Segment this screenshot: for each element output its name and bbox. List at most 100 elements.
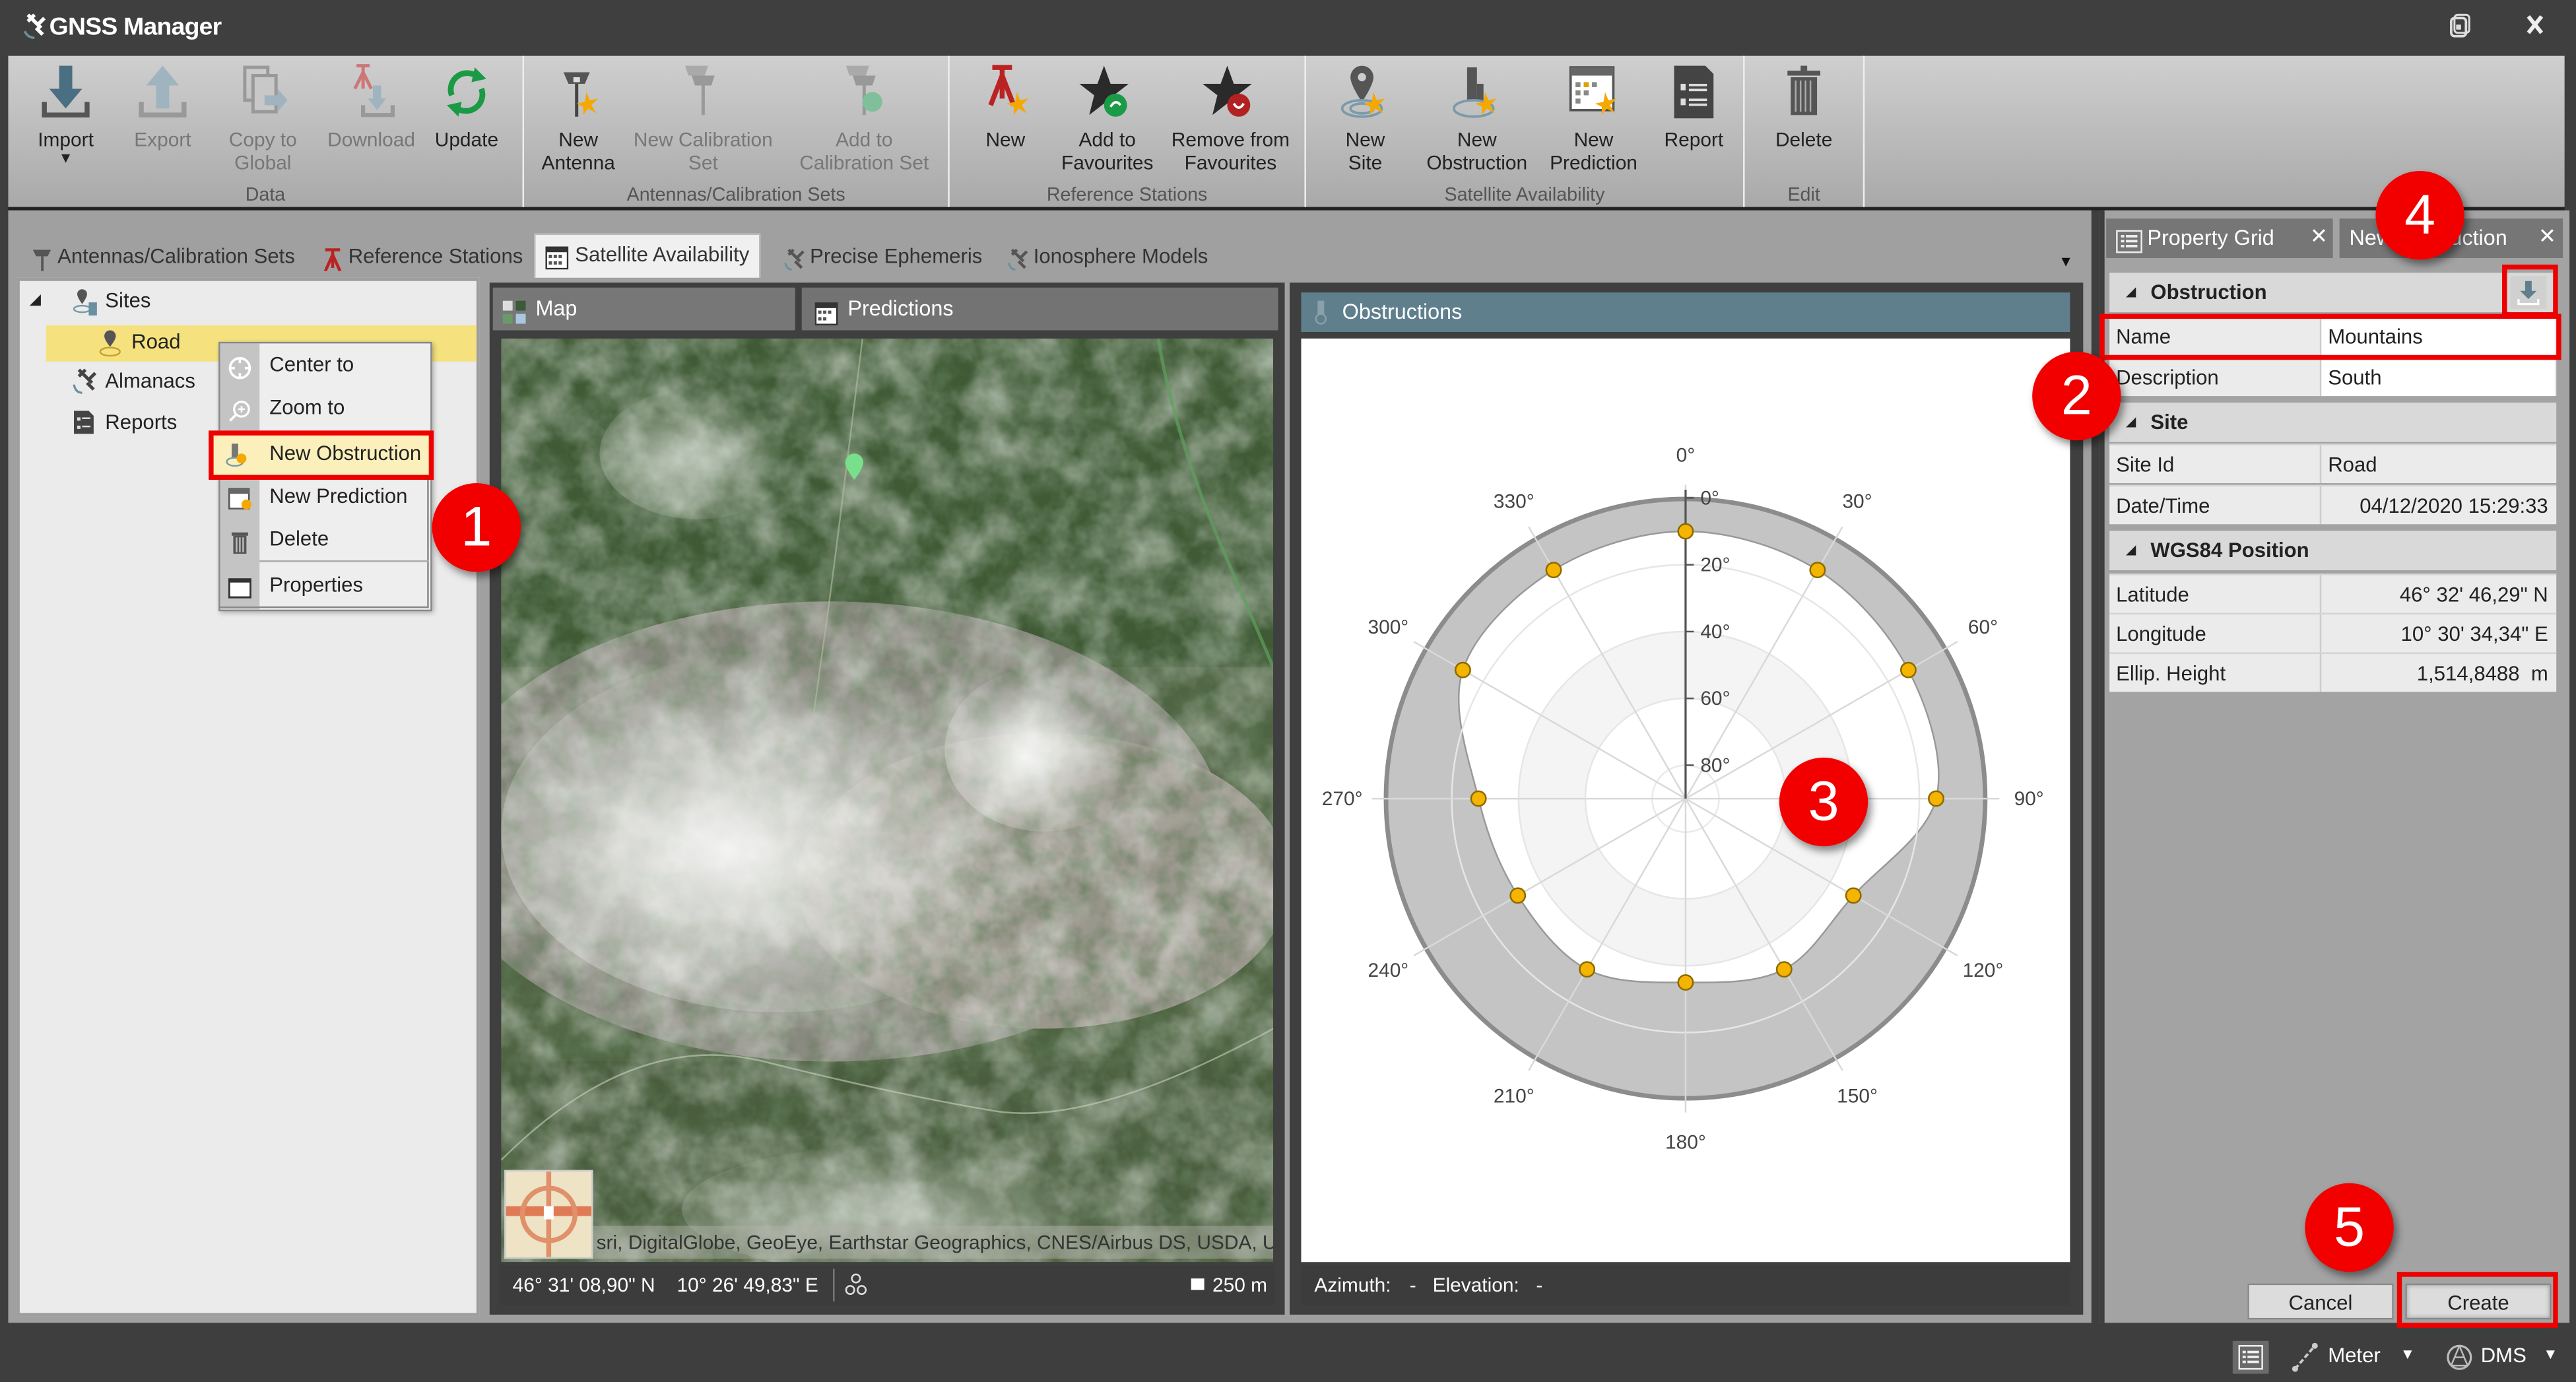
context-menu-separator xyxy=(259,560,429,562)
description-field[interactable]: South xyxy=(2319,358,2555,397)
elevation-tick-label: 0° xyxy=(1700,487,1719,509)
obstruction-point-300 xyxy=(1454,661,1471,678)
import-icon xyxy=(38,63,94,122)
context-menu-item-new-prediction[interactable]: New Prediction xyxy=(220,477,431,516)
context-menu-item-new-obstruction[interactable]: New Obstruction xyxy=(209,430,434,480)
site-pin-icon xyxy=(1337,63,1393,122)
status-bar: Meter ▼ DMS ▼ xyxy=(0,1327,2576,1382)
tab-property-grid[interactable]: Property Grid ✕ xyxy=(2106,218,2333,258)
tab-antennas-calibration-sets[interactable]: Antennas/Calibration Sets xyxy=(24,237,295,277)
remove-from-favourites-button[interactable]: Remove from Favourites xyxy=(1166,63,1294,174)
tab-precise-ephemeris[interactable]: Precise Ephemeris xyxy=(777,237,982,277)
category-site[interactable]: ◢ Site xyxy=(2109,403,2557,442)
download-button[interactable]: Download xyxy=(320,63,422,151)
context-menu-item-zoom-to[interactable]: Zoom to xyxy=(220,388,431,428)
context-menu-item-properties[interactable]: Properties xyxy=(220,566,431,605)
ribbon-group-antennas: New Antenna New Calibration Set Add to C… xyxy=(524,55,950,207)
close-tab-icon[interactable]: ✕ xyxy=(2538,217,2556,257)
calibration-set-icon xyxy=(675,63,731,122)
tab-reference-stations[interactable]: Reference Stations xyxy=(315,237,523,277)
obstruction-point-210 xyxy=(1579,961,1596,978)
obstruction-point-150 xyxy=(1775,961,1793,978)
delete-button[interactable]: Delete xyxy=(1764,63,1843,151)
import-button[interactable]: Import ▼ xyxy=(24,63,106,166)
context-menu-item-delete[interactable]: Delete xyxy=(220,519,431,559)
azimuth-tick-label: 60° xyxy=(1968,616,1998,638)
expand-toggle-icon[interactable]: ◢ xyxy=(30,291,41,309)
tab-map[interactable]: Map xyxy=(492,287,795,331)
polar-chart-svg[interactable]: 0°30°60°90°120°150°180°210°240°270°300°3… xyxy=(1301,339,2070,1262)
new-reference-station-button[interactable]: New xyxy=(973,63,1039,151)
ribbon-group-reference-stations: New Add to Favourites Remove from Favour… xyxy=(950,55,1306,207)
ribbon-group-label: Satellite Availability xyxy=(1444,185,1605,206)
property-list-toggle[interactable] xyxy=(2232,1340,2269,1374)
obstructions-header: Obstructions xyxy=(1301,292,2070,332)
sites-icon xyxy=(73,288,99,322)
trash-icon xyxy=(228,527,251,554)
azimuth-label: Azimuth: xyxy=(1314,1273,1391,1297)
azimuth-tick-label: 30° xyxy=(1842,490,1872,512)
azimuth-tick-label: 240° xyxy=(1368,960,1408,981)
map-status-bar: 46° 31' 08,90" N 10° 26' 49,83" E 250 m xyxy=(499,1265,1275,1305)
annotation-highlight-create-button xyxy=(2396,1272,2558,1328)
new-antenna-button[interactable]: New Antenna xyxy=(537,63,619,174)
collapse-icon[interactable]: ◢ xyxy=(2126,273,2136,312)
annotation-highlight-import-button xyxy=(2502,264,2558,317)
step-badge-3: 3 xyxy=(1779,757,1868,847)
dropdown-arrow-icon: ▼ xyxy=(2543,1346,2558,1363)
obstruction-point-60 xyxy=(1899,661,1917,678)
obstruction-point-90 xyxy=(1928,790,1944,807)
copy-icon xyxy=(235,63,291,122)
tab-satellite-availability[interactable]: Satellite Availability xyxy=(533,233,761,278)
add-to-favourites-button[interactable]: Add to Favourites xyxy=(1058,63,1156,174)
step-badge-4: 4 xyxy=(2375,170,2464,260)
report-button[interactable]: Report xyxy=(1655,63,1733,151)
ribbon-group-label: Data xyxy=(245,185,286,206)
prediction-calendar-icon xyxy=(228,485,251,510)
tab-predictions[interactable]: Predictions xyxy=(801,287,1278,331)
context-menu-item-center-to[interactable]: Center to xyxy=(220,345,431,385)
property-row-ellipsoidal-height: Ellip. Height 1,514,8488 m xyxy=(2109,652,2557,692)
site-pin-icon xyxy=(98,329,121,363)
calendar-icon xyxy=(814,298,838,341)
collapse-icon[interactable]: ◢ xyxy=(2126,403,2136,442)
close-window-button[interactable] xyxy=(2525,13,2545,41)
category-wgs84-position[interactable]: ◢ WGS84 Position xyxy=(2109,531,2557,570)
elevation-tick-label: 20° xyxy=(1700,554,1730,576)
elevation-tick-label: 60° xyxy=(1700,688,1730,709)
property-grid-icon xyxy=(2116,227,2142,267)
satellite-map[interactable]: sri, DigitalGlobe, GeoEye, Earthstar Geo… xyxy=(501,338,1274,1263)
tab-ionosphere-models[interactable]: Ionosphere Models xyxy=(1001,237,1208,277)
elevation-label: Elevation: xyxy=(1432,1273,1519,1297)
add-to-calibration-set-button[interactable]: Add to Calibration Set xyxy=(787,63,941,174)
restore-window-button[interactable] xyxy=(2448,13,2471,44)
elevation-tick-label: 40° xyxy=(1700,621,1730,643)
new-site-button[interactable]: New Site xyxy=(1329,63,1402,174)
property-row-longitude: Longitude 10° 30' 34,34" E xyxy=(2109,612,2557,653)
app-title: GNSS Manager xyxy=(49,13,222,42)
new-calibration-set-button[interactable]: New Calibration Set xyxy=(632,63,774,174)
layers-icon[interactable] xyxy=(844,1272,867,1311)
overview-minimap[interactable] xyxy=(504,1169,593,1259)
star-add-icon xyxy=(1079,63,1135,122)
new-prediction-button[interactable]: New Prediction xyxy=(1539,63,1647,174)
new-obstruction-button[interactable]: New Obstruction xyxy=(1421,63,1533,174)
site-marker-icon[interactable] xyxy=(844,453,864,488)
property-row-date-time: Date/Time 04/12/2020 15:29:33 xyxy=(2109,484,2557,525)
category-obstruction[interactable]: ◢ Obstruction xyxy=(2109,273,2557,313)
collapse-icon[interactable]: ◢ xyxy=(2126,531,2136,570)
obstruction-polar-chart[interactable]: 0° 30° 60° 90° 120° 150° 180° 210° 240° 270° 300° 3… xyxy=(1301,338,2070,1263)
dropdown-arrow-icon: ▼ xyxy=(2400,1346,2415,1363)
antenna-icon xyxy=(31,245,52,271)
cancel-button[interactable]: Cancel xyxy=(2247,1283,2394,1320)
export-button[interactable]: Export xyxy=(123,63,202,151)
tabs-overflow-dropdown-icon[interactable]: ▼ xyxy=(2059,253,2073,269)
update-button[interactable]: Update xyxy=(426,63,508,151)
obstructions-status-bar: Azimuth: - Elevation: - xyxy=(1301,1265,2070,1305)
close-tab-icon[interactable]: ✕ xyxy=(2310,217,2328,257)
antenna-icon xyxy=(550,63,607,122)
ribbon-group-label: Edit xyxy=(1787,185,1820,206)
copy-to-global-button[interactable]: Copy to Global xyxy=(212,63,314,174)
obstruction-point-270 xyxy=(1470,790,1487,807)
azimuth-tick-label: 90° xyxy=(2014,788,2044,810)
